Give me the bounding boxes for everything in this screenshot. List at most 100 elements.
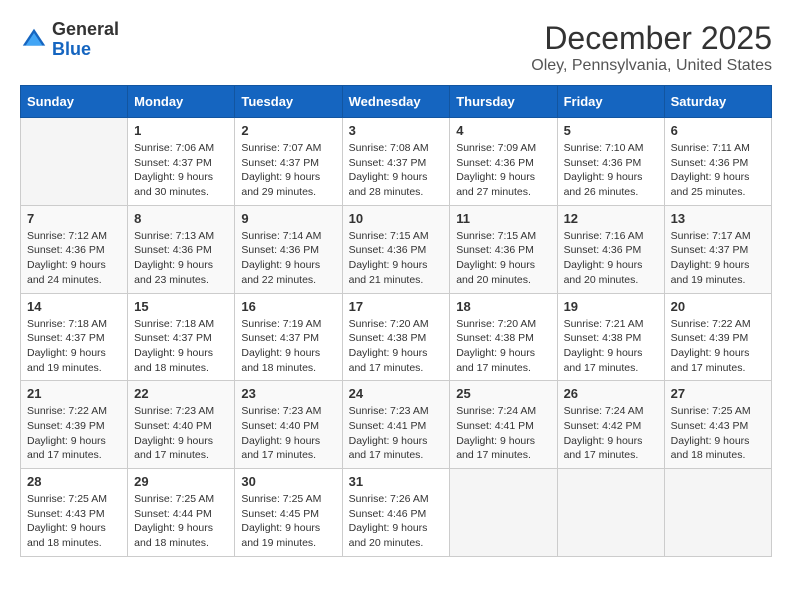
day-number: 26 xyxy=(564,386,658,401)
calendar-cell: 11 Sunrise: 7:15 AM Sunset: 4:36 PM Dayli… xyxy=(450,205,557,293)
day-number: 6 xyxy=(671,123,765,138)
day-number: 29 xyxy=(134,474,228,489)
day-content: Sunrise: 7:16 AM Sunset: 4:36 PM Dayligh… xyxy=(564,229,658,288)
day-content: Sunrise: 7:25 AM Sunset: 4:45 PM Dayligh… xyxy=(241,492,335,551)
day-content: Sunrise: 7:17 AM Sunset: 4:37 PM Dayligh… xyxy=(671,229,765,288)
day-number: 20 xyxy=(671,299,765,314)
calendar-cell: 24 Sunrise: 7:23 AM Sunset: 4:41 PM Dayli… xyxy=(342,381,450,469)
day-number: 25 xyxy=(456,386,550,401)
day-number: 4 xyxy=(456,123,550,138)
day-number: 7 xyxy=(27,211,121,226)
day-content: Sunrise: 7:22 AM Sunset: 4:39 PM Dayligh… xyxy=(27,404,121,463)
day-content: Sunrise: 7:06 AM Sunset: 4:37 PM Dayligh… xyxy=(134,141,228,200)
day-content: Sunrise: 7:22 AM Sunset: 4:39 PM Dayligh… xyxy=(671,317,765,376)
calendar-cell: 16 Sunrise: 7:19 AM Sunset: 4:37 PM Dayli… xyxy=(235,293,342,381)
page-header: General Blue December 2025 Oley, Pennsyl… xyxy=(20,20,772,75)
calendar-cell: 4 Sunrise: 7:09 AM Sunset: 4:36 PM Daylig… xyxy=(450,118,557,206)
calendar-cell: 9 Sunrise: 7:14 AM Sunset: 4:36 PM Daylig… xyxy=(235,205,342,293)
calendar-cell: 15 Sunrise: 7:18 AM Sunset: 4:37 PM Dayli… xyxy=(128,293,235,381)
calendar-cell: 23 Sunrise: 7:23 AM Sunset: 4:40 PM Dayli… xyxy=(235,381,342,469)
day-content: Sunrise: 7:13 AM Sunset: 4:36 PM Dayligh… xyxy=(134,229,228,288)
day-content: Sunrise: 7:21 AM Sunset: 4:38 PM Dayligh… xyxy=(564,317,658,376)
day-content: Sunrise: 7:24 AM Sunset: 4:41 PM Dayligh… xyxy=(456,404,550,463)
day-number: 8 xyxy=(134,211,228,226)
day-content: Sunrise: 7:07 AM Sunset: 4:37 PM Dayligh… xyxy=(241,141,335,200)
calendar-week-row: 28 Sunrise: 7:25 AM Sunset: 4:43 PM Dayli… xyxy=(21,469,772,557)
day-content: Sunrise: 7:25 AM Sunset: 4:43 PM Dayligh… xyxy=(27,492,121,551)
day-number: 31 xyxy=(349,474,444,489)
day-content: Sunrise: 7:19 AM Sunset: 4:37 PM Dayligh… xyxy=(241,317,335,376)
calendar-day-header: Thursday xyxy=(450,86,557,118)
calendar-cell: 30 Sunrise: 7:25 AM Sunset: 4:45 PM Dayli… xyxy=(235,469,342,557)
calendar-cell: 6 Sunrise: 7:11 AM Sunset: 4:36 PM Daylig… xyxy=(664,118,771,206)
calendar-week-row: 21 Sunrise: 7:22 AM Sunset: 4:39 PM Dayli… xyxy=(21,381,772,469)
day-content: Sunrise: 7:15 AM Sunset: 4:36 PM Dayligh… xyxy=(349,229,444,288)
day-number: 11 xyxy=(456,211,550,226)
calendar-cell: 21 Sunrise: 7:22 AM Sunset: 4:39 PM Dayli… xyxy=(21,381,128,469)
calendar-cell: 28 Sunrise: 7:25 AM Sunset: 4:43 PM Dayli… xyxy=(21,469,128,557)
calendar-cell xyxy=(21,118,128,206)
logo-icon xyxy=(20,26,48,54)
day-number: 15 xyxy=(134,299,228,314)
day-content: Sunrise: 7:25 AM Sunset: 4:43 PM Dayligh… xyxy=(671,404,765,463)
day-number: 23 xyxy=(241,386,335,401)
calendar-cell: 17Sunrise: 7:20 AM Sunset: 4:38 PM Dayli… xyxy=(342,293,450,381)
calendar-cell: 3Sunrise: 7:08 AM Sunset: 4:37 PM Daylig… xyxy=(342,118,450,206)
calendar-cell: 14Sunrise: 7:18 AM Sunset: 4:37 PM Dayli… xyxy=(21,293,128,381)
day-content: Sunrise: 7:12 AM Sunset: 4:36 PM Dayligh… xyxy=(27,229,121,288)
day-number: 3 xyxy=(349,123,444,138)
day-number: 17 xyxy=(349,299,444,314)
calendar-cell xyxy=(664,469,771,557)
calendar-cell: 2 Sunrise: 7:07 AM Sunset: 4:37 PM Daylig… xyxy=(235,118,342,206)
calendar-cell: 22Sunrise: 7:23 AM Sunset: 4:40 PM Dayli… xyxy=(128,381,235,469)
location-subtitle: Oley, Pennsylvania, United States xyxy=(531,57,772,75)
day-content: Sunrise: 7:15 AM Sunset: 4:36 PM Dayligh… xyxy=(456,229,550,288)
day-number: 21 xyxy=(27,386,121,401)
calendar-day-header: Friday xyxy=(557,86,664,118)
logo-text: General Blue xyxy=(52,20,119,60)
calendar-week-row: 1 Sunrise: 7:06 AM Sunset: 4:37 PM Daylig… xyxy=(21,118,772,206)
calendar-day-header: Saturday xyxy=(664,86,771,118)
day-number: 22 xyxy=(134,386,228,401)
calendar-table: SundayMondayTuesdayWednesdayThursdayFrid… xyxy=(20,85,772,557)
day-number: 30 xyxy=(241,474,335,489)
day-content: Sunrise: 7:09 AM Sunset: 4:36 PM Dayligh… xyxy=(456,141,550,200)
title-block: December 2025 Oley, Pennsylvania, United… xyxy=(531,20,772,75)
calendar-header-row: SundayMondayTuesdayWednesdayThursdayFrid… xyxy=(21,86,772,118)
day-content: Sunrise: 7:14 AM Sunset: 4:36 PM Dayligh… xyxy=(241,229,335,288)
calendar-day-header: Wednesday xyxy=(342,86,450,118)
day-content: Sunrise: 7:18 AM Sunset: 4:37 PM Dayligh… xyxy=(134,317,228,376)
day-number: 16 xyxy=(241,299,335,314)
calendar-cell: 20 Sunrise: 7:22 AM Sunset: 4:39 PM Dayli… xyxy=(664,293,771,381)
calendar-cell: 27 Sunrise: 7:25 AM Sunset: 4:43 PM Dayli… xyxy=(664,381,771,469)
calendar-cell: 7 Sunrise: 7:12 AM Sunset: 4:36 PM Daylig… xyxy=(21,205,128,293)
calendar-cell: 18Sunrise: 7:20 AM Sunset: 4:38 PM Dayli… xyxy=(450,293,557,381)
day-content: Sunrise: 7:18 AM Sunset: 4:37 PM Dayligh… xyxy=(27,317,121,376)
calendar-cell: 26 Sunrise: 7:24 AM Sunset: 4:42 PM Dayli… xyxy=(557,381,664,469)
calendar-cell: 31Sunrise: 7:26 AM Sunset: 4:46 PM Dayli… xyxy=(342,469,450,557)
day-content: Sunrise: 7:11 AM Sunset: 4:36 PM Dayligh… xyxy=(671,141,765,200)
day-number: 27 xyxy=(671,386,765,401)
calendar-cell: 5Sunrise: 7:10 AM Sunset: 4:36 PM Daylig… xyxy=(557,118,664,206)
calendar-cell xyxy=(450,469,557,557)
calendar-cell: 29 Sunrise: 7:25 AM Sunset: 4:44 PM Dayli… xyxy=(128,469,235,557)
day-content: Sunrise: 7:25 AM Sunset: 4:44 PM Dayligh… xyxy=(134,492,228,551)
day-number: 19 xyxy=(564,299,658,314)
calendar-week-row: 14Sunrise: 7:18 AM Sunset: 4:37 PM Dayli… xyxy=(21,293,772,381)
day-content: Sunrise: 7:20 AM Sunset: 4:38 PM Dayligh… xyxy=(456,317,550,376)
day-number: 9 xyxy=(241,211,335,226)
day-content: Sunrise: 7:23 AM Sunset: 4:40 PM Dayligh… xyxy=(241,404,335,463)
calendar-cell: 10Sunrise: 7:15 AM Sunset: 4:36 PM Dayli… xyxy=(342,205,450,293)
day-number: 1 xyxy=(134,123,228,138)
logo-blue: Blue xyxy=(52,40,119,60)
day-number: 24 xyxy=(349,386,444,401)
day-number: 2 xyxy=(241,123,335,138)
month-year-title: December 2025 xyxy=(531,20,772,57)
calendar-cell: 1 Sunrise: 7:06 AM Sunset: 4:37 PM Daylig… xyxy=(128,118,235,206)
calendar-day-header: Monday xyxy=(128,86,235,118)
day-number: 28 xyxy=(27,474,121,489)
day-content: Sunrise: 7:23 AM Sunset: 4:41 PM Dayligh… xyxy=(349,404,444,463)
day-content: Sunrise: 7:24 AM Sunset: 4:42 PM Dayligh… xyxy=(564,404,658,463)
day-content: Sunrise: 7:10 AM Sunset: 4:36 PM Dayligh… xyxy=(564,141,658,200)
calendar-cell: 8 Sunrise: 7:13 AM Sunset: 4:36 PM Daylig… xyxy=(128,205,235,293)
